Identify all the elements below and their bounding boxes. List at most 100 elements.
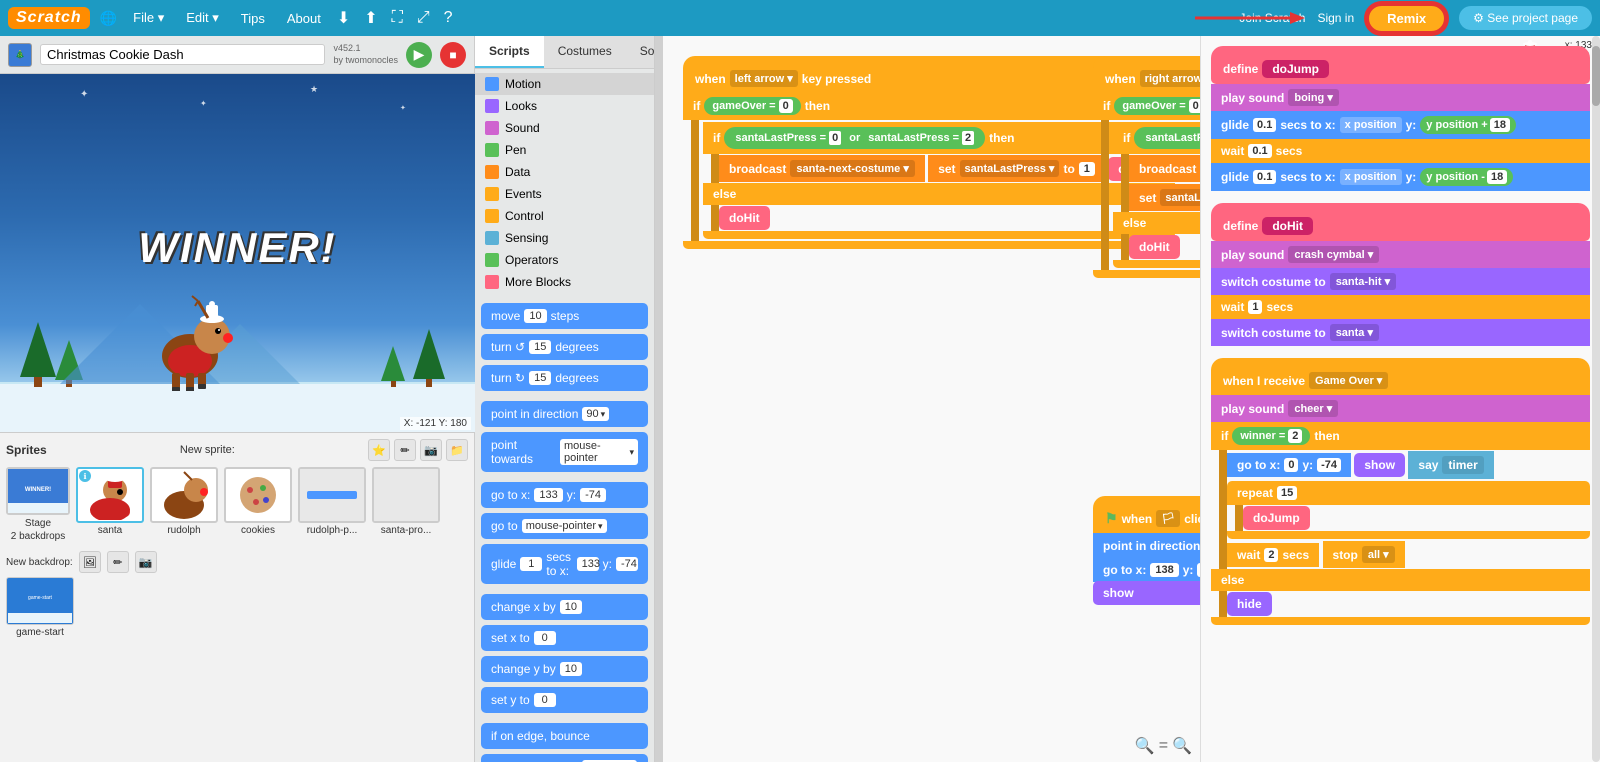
green-flag-button[interactable]: ▶ <box>406 42 432 68</box>
stage-sprite-item[interactable]: WINNER! Stage2 backdrops <box>6 467 70 543</box>
towards-dropdown[interactable]: mouse-pointer <box>560 439 638 465</box>
right-arrow-hat-block[interactable]: when right arrow ▾ key pressed <box>1093 56 1200 93</box>
right-arrow-dropdown[interactable]: right arrow ▾ <box>1140 70 1200 87</box>
boing-dropdown[interactable]: boing ▾ <box>1288 89 1339 106</box>
change-y-block[interactable]: change y by 10 <box>481 656 648 682</box>
wait-2-block[interactable]: wait 2 secs <box>1227 543 1319 567</box>
play-sound-boing-block[interactable]: play sound boing ▾ <box>1211 84 1590 111</box>
category-control[interactable]: Control <box>475 205 654 227</box>
right-panel-scrollbar[interactable] <box>1592 36 1600 762</box>
move-steps-input[interactable]: 10 <box>524 309 546 323</box>
category-operators[interactable]: Operators <box>475 249 654 271</box>
sprite-item-cookies[interactable]: cookies <box>224 467 292 536</box>
wait-01-block[interactable]: wait 0.1 secs <box>1211 139 1590 163</box>
zoom-reset-button[interactable]: = <box>1159 737 1168 755</box>
set-y-input[interactable]: 0 <box>534 693 556 707</box>
turn-cw-input[interactable]: 15 <box>529 371 551 385</box>
if-gameover-r-head[interactable]: if gameOver = 0 then <box>1093 92 1200 120</box>
define-dohit-hat[interactable]: define doHit <box>1211 203 1590 241</box>
scripts-area[interactable]: when left arrow ▾ key pressed if gameOve… <box>663 36 1200 762</box>
switch-costume-hit-block[interactable]: switch costume to santa-hit ▾ <box>1211 268 1590 295</box>
slp-var-dropdown[interactable]: santaLastPress ▾ <box>960 160 1060 177</box>
slp-or-r-condition[interactable]: santaLastPress = 0 or santaLastPress = 1 <box>1134 127 1200 149</box>
gameover-r-value[interactable]: 0 <box>1189 99 1200 113</box>
broadcast-block[interactable]: broadcast santa-next-costume ▾ <box>719 155 925 182</box>
change-x-input[interactable]: 10 <box>560 600 582 614</box>
turn-cw-block[interactable]: turn ↻ 15 degrees <box>481 365 648 391</box>
game-over-dropdown[interactable]: Game Over ▾ <box>1309 372 1388 389</box>
category-sound[interactable]: Sound <box>475 117 654 139</box>
sprite-item-santa[interactable]: ℹ santa <box>76 467 144 536</box>
upload-icon[interactable]: ⬆ <box>364 8 377 28</box>
sprite-item-santa-pro[interactable]: santa-pro... <box>372 467 440 536</box>
point-direction-gf-block[interactable]: point in direction 90 ▾ <box>1093 532 1200 559</box>
set-y-block[interactable]: set y to 0 <box>481 687 648 713</box>
dohit-r-call-block[interactable]: doHit <box>1129 235 1180 259</box>
gameover-condition[interactable]: gameOver = 0 <box>704 97 800 115</box>
category-looks[interactable]: Looks <box>475 95 654 117</box>
tips-menu[interactable]: Tips <box>235 9 271 28</box>
broadcast-dropdown[interactable]: santa-next-costume ▾ <box>790 160 915 177</box>
zoom-out-button[interactable]: 🔍 <box>1135 736 1155 756</box>
sprite-item-rudolph-p[interactable]: rudolph-p... <box>298 467 366 536</box>
backdrop-paint-button[interactable]: 🖼 <box>79 551 101 573</box>
repeat-head[interactable]: repeat 15 <box>1227 481 1590 505</box>
backdrop-item-gamestart[interactable]: game-start game-start <box>6 577 74 638</box>
glide-block[interactable]: glide 1 secs to x: 133 y: -74 <box>481 544 648 584</box>
goto-x-input[interactable]: 133 <box>534 488 562 502</box>
switch-costume-santa-block[interactable]: switch costume to santa ▾ <box>1211 319 1590 346</box>
point-towards-block[interactable]: point towards mouse-pointer <box>481 432 648 472</box>
category-events[interactable]: Events <box>475 183 654 205</box>
stop-all-block[interactable]: stop all ▾ <box>1323 541 1405 568</box>
about-menu[interactable]: About <box>281 9 327 28</box>
camera-sprite-button[interactable]: 📁 <box>446 439 468 461</box>
direction-dropdown[interactable]: 90 <box>582 407 609 421</box>
when-receive-hat[interactable]: when I receive Game Over ▾ <box>1211 358 1590 395</box>
upload-sprite-button[interactable]: 📷 <box>420 439 442 461</box>
category-pen[interactable]: Pen <box>475 139 654 161</box>
panel-divider[interactable] <box>655 36 663 762</box>
winner-val[interactable]: 2 <box>1288 429 1302 443</box>
glide-up-block[interactable]: glide 0.1 secs to x: x position y: y pos… <box>1211 111 1590 139</box>
crash-dropdown[interactable]: crash cymbal ▾ <box>1288 246 1379 263</box>
glide-y-input[interactable]: -74 <box>616 557 638 571</box>
green-flag-hat-block[interactable]: ⚑ when 🏳 clicked <box>1093 496 1200 533</box>
go-to-xy-gf-block[interactable]: go to x: 138 y: -74 <box>1093 558 1200 582</box>
go-to-block[interactable]: go to mouse-pointer <box>481 513 648 539</box>
left-arrow-dropdown[interactable]: left arrow ▾ <box>730 70 798 87</box>
goto-gf-x[interactable]: 138 <box>1150 563 1178 577</box>
glide-down-block[interactable]: glide 0.1 secs to x: x position y: y pos… <box>1211 163 1590 191</box>
file-menu[interactable]: File ▾ <box>127 8 170 28</box>
project-title-input[interactable] <box>40 44 325 65</box>
goto-y-input[interactable]: -74 <box>580 488 606 502</box>
santa-dropdown[interactable]: santa ▾ <box>1330 324 1379 341</box>
tab-scripts[interactable]: Scripts <box>475 36 544 68</box>
category-motion[interactable]: Motion <box>475 73 654 95</box>
dohit-call-block[interactable]: doHit <box>719 206 770 230</box>
category-data[interactable]: Data <box>475 161 654 183</box>
download-icon[interactable]: ⬇ <box>337 8 350 28</box>
tab-costumes[interactable]: Costumes <box>544 36 626 68</box>
remix-button[interactable]: Remix <box>1366 3 1447 34</box>
slp-r-var-dropdown[interactable]: santaLastPress ▾ <box>1160 189 1200 206</box>
hide-block[interactable]: hide <box>1227 592 1272 616</box>
if-on-edge-block[interactable]: if on edge, bounce <box>481 723 648 749</box>
globe-icon[interactable]: 🌐 <box>100 10 117 27</box>
draw-sprite-button[interactable]: ✏ <box>394 439 416 461</box>
winner-condition[interactable]: winner = 2 <box>1232 427 1310 445</box>
slp-or-condition[interactable]: santaLastPress = 0 or santaLastPress = 2 <box>724 127 985 149</box>
change-y-input[interactable]: 10 <box>560 662 582 676</box>
play-crash-block[interactable]: play sound crash cymbal ▾ <box>1211 241 1590 268</box>
set-rotation-block[interactable]: set rotation style left-right <box>481 754 648 762</box>
define-dojump-hat[interactable]: define doJump <box>1211 46 1590 84</box>
zoom-in-button[interactable]: 🔍 <box>1172 736 1192 756</box>
backdrop-camera-button[interactable]: 📷 <box>135 551 157 573</box>
fullscreen-icon[interactable]: ⛶ <box>392 9 403 27</box>
gameover-r-condition[interactable]: gameOver = 0 <box>1114 97 1200 115</box>
show-gf-block[interactable]: show <box>1093 581 1200 605</box>
set-x-input[interactable]: 0 <box>534 631 556 645</box>
stop-button[interactable]: ■ <box>440 42 466 68</box>
category-sensing[interactable]: Sensing <box>475 227 654 249</box>
info-badge[interactable]: ℹ <box>79 470 91 482</box>
go-to-xy-block[interactable]: go to x: 133 y: -74 <box>481 482 648 508</box>
